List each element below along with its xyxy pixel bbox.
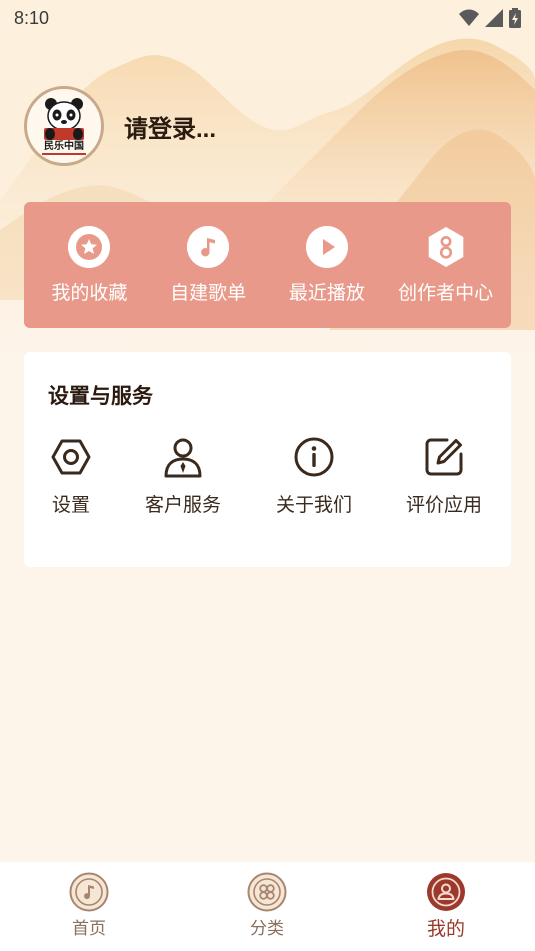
bottom-tab-bar: 首页 分类 我的 bbox=[0, 862, 535, 951]
creator-icon bbox=[425, 226, 467, 268]
quick-action-custom-playlist[interactable]: 自建歌单 bbox=[153, 225, 263, 305]
settings-services-card: 设置与服务 设置 客户服务 关于我们 评价应用 bbox=[24, 352, 511, 567]
edit-icon bbox=[425, 438, 463, 476]
tab-label: 我的 bbox=[426, 919, 465, 940]
profile-header[interactable]: 民乐中国 请登录... bbox=[24, 86, 216, 166]
status-time: 8:10 bbox=[14, 7, 50, 28]
panda-logo-icon: 民乐中国 bbox=[29, 91, 99, 161]
settings-item-label: 客户服务 bbox=[144, 495, 221, 516]
settings-item-label: 设置 bbox=[51, 495, 90, 516]
status-icons bbox=[459, 8, 521, 28]
tab-home[interactable]: 首页 bbox=[69, 872, 109, 939]
wifi-icon bbox=[459, 9, 479, 26]
flower-grid-icon bbox=[247, 872, 287, 912]
tab-label: 分类 bbox=[250, 919, 284, 938]
quick-action-label: 自建歌单 bbox=[170, 282, 247, 304]
quick-action-label: 我的收藏 bbox=[51, 282, 128, 304]
settings-section-title: 设置与服务 bbox=[48, 385, 153, 408]
user-icon bbox=[427, 873, 465, 911]
quick-action-label: 创作者中心 bbox=[398, 282, 494, 304]
play-icon bbox=[305, 225, 348, 268]
tab-category[interactable]: 分类 bbox=[247, 872, 287, 939]
info-icon bbox=[294, 437, 334, 477]
quick-action-label: 最近播放 bbox=[288, 282, 365, 304]
settings-item-customer-service[interactable]: 客户服务 bbox=[141, 436, 225, 517]
music-note-icon bbox=[187, 225, 230, 268]
tab-mine[interactable]: 我的 bbox=[426, 872, 466, 941]
settings-item-about-us[interactable]: 关于我们 bbox=[272, 436, 356, 517]
quick-actions-panel: 我的收藏 自建歌单 最近播放 创作者中心 bbox=[24, 202, 511, 328]
customer-service-icon bbox=[164, 438, 202, 478]
quick-action-creator-center[interactable]: 创作者中心 bbox=[391, 226, 501, 305]
battery-charging-icon bbox=[509, 8, 521, 28]
star-icon bbox=[68, 225, 111, 268]
gear-hexagon-icon bbox=[51, 439, 91, 475]
settings-item-settings[interactable]: 设置 bbox=[46, 436, 96, 517]
settings-item-label: 关于我们 bbox=[275, 495, 352, 516]
quick-action-favorites[interactable]: 我的收藏 bbox=[34, 225, 144, 305]
music-disc-icon bbox=[69, 872, 109, 912]
quick-action-recent-plays[interactable]: 最近播放 bbox=[272, 225, 382, 305]
cellular-signal-icon bbox=[485, 9, 503, 27]
settings-item-rate-app[interactable]: 评价应用 bbox=[402, 436, 486, 517]
avatar-logo-text: 民乐中国 bbox=[44, 139, 84, 152]
settings-item-label: 评价应用 bbox=[405, 495, 482, 516]
status-bar: 8:10 bbox=[0, 0, 535, 36]
tab-label: 首页 bbox=[72, 919, 106, 938]
login-prompt[interactable]: 请登录... bbox=[124, 109, 216, 144]
avatar[interactable]: 民乐中国 bbox=[24, 86, 104, 166]
